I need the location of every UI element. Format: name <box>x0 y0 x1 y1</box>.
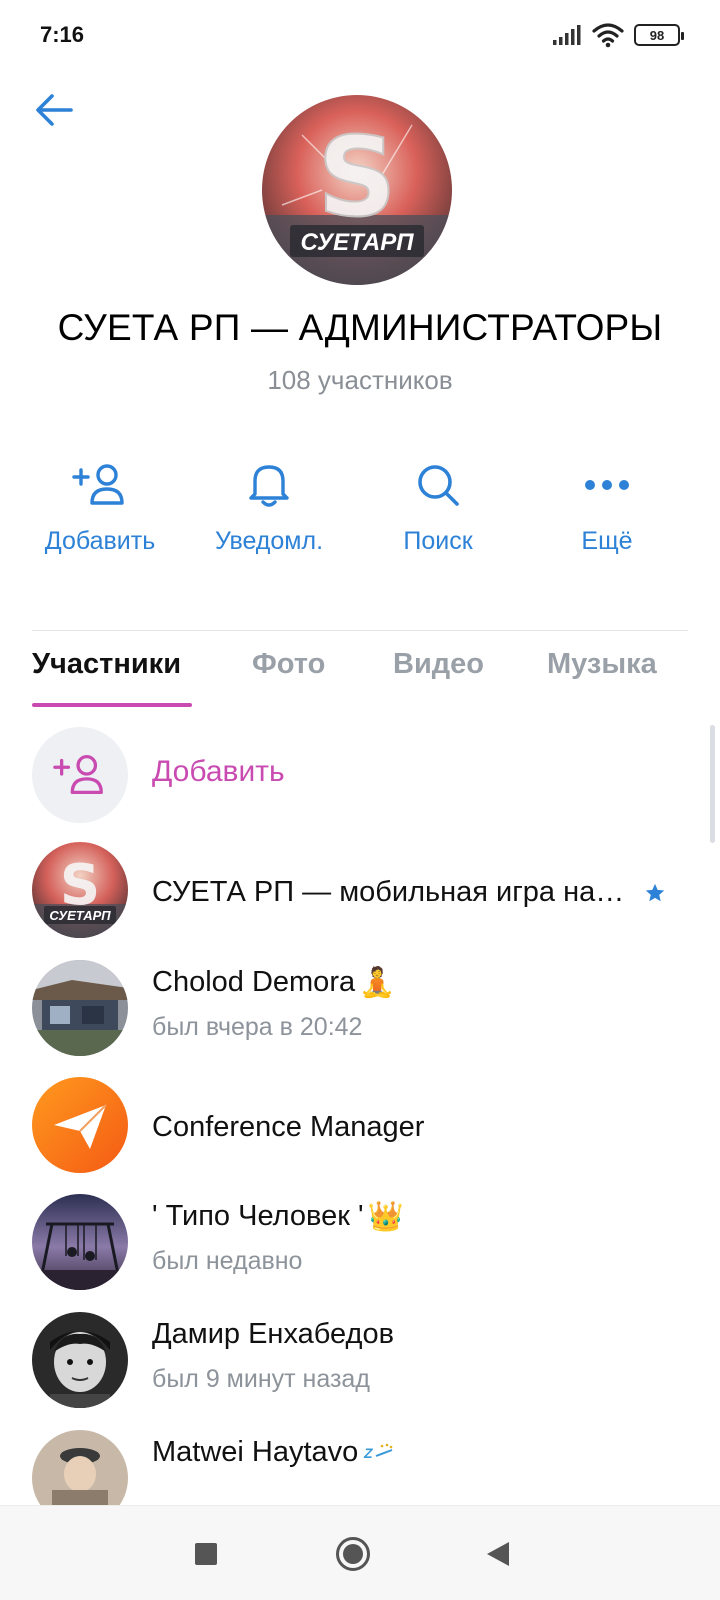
avatar <box>32 1194 128 1290</box>
arrow-left-icon <box>36 94 73 126</box>
list-item[interactable]: Cholod Demora 🧘 был вчера в 20:42 <box>0 958 720 1058</box>
search-icon <box>418 465 459 506</box>
avatar: S СУЕТАРП <box>32 842 128 938</box>
zenit-logo-icon: Z <box>363 1444 393 1461</box>
signal-icon <box>553 25 581 45</box>
avatar <box>32 960 128 1056</box>
svg-text:S: S <box>317 113 396 241</box>
more-label: Ещё <box>581 527 633 555</box>
search-label: Поиск <box>403 527 473 555</box>
back-triangle-icon <box>487 1542 509 1566</box>
tab-members[interactable]: Участники <box>32 648 181 681</box>
list-item[interactable]: Matwei Haytavo Z <box>0 1428 720 1505</box>
system-nav-bar <box>0 1505 720 1600</box>
add-member-row[interactable]: Добавить <box>0 725 720 825</box>
crown-emoji-icon: 👑 <box>367 1201 404 1234</box>
avatar <box>32 1430 128 1505</box>
add-member-label: Добавить <box>44 527 156 555</box>
status-bar: 7:16 98 <box>0 0 720 70</box>
member-status: был недавно <box>152 1247 303 1275</box>
member-name: Matwei Haytavo Z <box>152 1436 394 1469</box>
tab-videos[interactable]: Видео <box>393 648 484 681</box>
home-button[interactable] <box>333 1534 373 1574</box>
divider <box>32 630 688 631</box>
member-status: был вчера в 20:42 <box>152 1013 363 1041</box>
list-item[interactable]: S СУЕТАРП СУЕТА РП — мобильная игра на… <box>0 840 720 940</box>
star-icon <box>645 883 665 902</box>
member-name: ' Типо Человек ' 👑 <box>152 1200 404 1234</box>
battery-icon: 98 <box>634 24 684 46</box>
add-member-avatar <box>32 727 128 823</box>
member-name: СУЕТА РП — мобильная игра на… <box>152 876 625 908</box>
meditation-emoji-icon: 🧘 <box>359 967 396 1000</box>
more-icon <box>585 480 629 490</box>
wifi-icon <box>592 23 624 48</box>
more-action[interactable]: Ещё <box>522 455 692 565</box>
member-count: 108 участников <box>267 365 453 395</box>
system-back-button[interactable] <box>478 1534 518 1574</box>
group-title: СУЕТА РП — АДМИНИСТРАТОРЫ <box>57 307 663 348</box>
action-bar: Добавить Уведомл. Поиск Ещё <box>0 455 720 565</box>
status-time: 7:16 <box>40 22 85 47</box>
search-action[interactable]: Поиск <box>353 455 523 565</box>
status-icons: 98 <box>552 20 684 50</box>
back-button[interactable] <box>30 86 78 134</box>
tab-photos[interactable]: Фото <box>252 648 325 681</box>
home-circle-icon <box>336 1537 370 1571</box>
avatar <box>32 1077 128 1173</box>
group-avatar[interactable]: S СУЕТАРП <box>262 95 452 285</box>
recents-square-icon <box>195 1543 217 1565</box>
battery-level: 98 <box>649 27 665 43</box>
add-member-action[interactable]: Добавить <box>15 455 185 565</box>
member-name: Дамир Енхабедов <box>152 1318 394 1350</box>
add-member-text: Добавить <box>152 755 285 788</box>
notifications-label: Уведомл. <box>214 527 324 555</box>
add-user-icon <box>72 464 124 505</box>
list-item[interactable]: ' Типо Человек ' 👑 был недавно <box>0 1192 720 1292</box>
add-user-icon <box>53 755 103 795</box>
svg-text:Z: Z <box>363 1445 373 1461</box>
active-tab-indicator <box>32 703 192 707</box>
avatar <box>32 1312 128 1408</box>
list-item[interactable]: Conference Manager <box>0 1075 720 1175</box>
tab-music[interactable]: Музыка <box>547 648 657 681</box>
group-avatar-logo-text: СУЕТАРП <box>300 229 414 256</box>
recents-button[interactable] <box>186 1534 226 1574</box>
bell-icon <box>249 465 289 507</box>
notifications-action[interactable]: Уведомл. <box>184 455 354 565</box>
member-name: Conference Manager <box>152 1111 425 1143</box>
member-name: Cholod Demora 🧘 <box>152 966 396 1000</box>
member-status: был 9 минут назад <box>152 1365 370 1393</box>
svg-text:СУЕТАРП: СУЕТАРП <box>49 908 111 923</box>
list-item[interactable]: Дамир Енхабедов был 9 минут назад <box>0 1310 720 1410</box>
tab-bar: Участники Фото Видео Музыка <box>0 648 720 704</box>
